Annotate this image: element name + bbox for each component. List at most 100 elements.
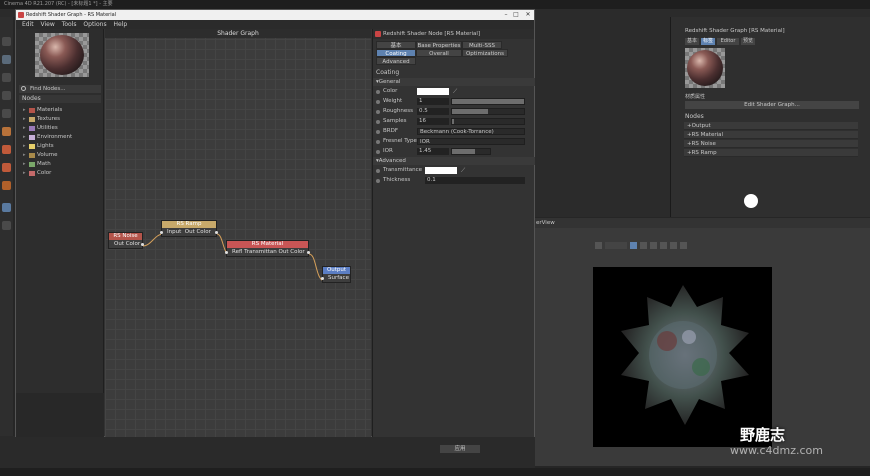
- roughness-field[interactable]: 0.5: [417, 108, 449, 115]
- node-rs-material[interactable]: RS Material Refl Transmittan Out Color: [225, 240, 310, 257]
- transmittance-swatch[interactable]: [425, 167, 457, 174]
- tool-icon[interactable]: [2, 163, 11, 172]
- port-dot[interactable]: [225, 250, 228, 254]
- expand-icon[interactable]: ▸: [23, 124, 26, 133]
- close-button[interactable]: ✕: [522, 10, 534, 20]
- group-advanced[interactable]: ▾Advanced: [373, 157, 535, 165]
- keyframe-dot[interactable]: [376, 90, 380, 94]
- color-swatch[interactable]: [417, 88, 449, 95]
- port-dot[interactable]: [307, 250, 310, 254]
- tool-icon[interactable]: [2, 203, 11, 212]
- node-category-textures[interactable]: ▸ Textures: [23, 115, 60, 124]
- toolbar-icon[interactable]: [670, 242, 677, 249]
- edit-shader-graph-button[interactable]: Edit Shader Graph...: [685, 101, 859, 109]
- node-output[interactable]: Output Surface: [321, 266, 351, 283]
- tool-icon[interactable]: [2, 73, 11, 82]
- toolbar-icon[interactable]: [630, 242, 637, 249]
- tab-optimizations[interactable]: Optimizations: [462, 49, 508, 57]
- tool-icon[interactable]: [2, 91, 11, 100]
- group-general[interactable]: ▾General: [373, 78, 535, 86]
- node-category-environment[interactable]: ▸ Environment: [23, 133, 72, 142]
- tool-icon[interactable]: [2, 145, 11, 154]
- tool-icon[interactable]: [2, 127, 11, 136]
- menu-view[interactable]: View: [41, 21, 55, 28]
- keyframe-dot[interactable]: [376, 100, 380, 104]
- node-category-lights[interactable]: ▸ Lights: [23, 142, 54, 151]
- keyframe-dot[interactable]: [376, 130, 380, 134]
- menu-tools[interactable]: Tools: [62, 21, 77, 28]
- tool-icon[interactable]: [2, 55, 11, 64]
- am-node-rs-material[interactable]: +RS Material: [684, 131, 858, 139]
- am-tab[interactable]: 标签: [701, 38, 715, 45]
- port-dot[interactable]: [321, 276, 324, 280]
- port-dot[interactable]: [141, 242, 144, 246]
- am-tab[interactable]: 基本: [685, 38, 699, 45]
- samples-field[interactable]: 16: [417, 118, 449, 125]
- node-category-volume[interactable]: ▸ Volume: [23, 151, 57, 160]
- expand-icon[interactable]: ▸: [23, 151, 26, 160]
- tab-basic[interactable]: 基本: [376, 41, 416, 49]
- expand-icon[interactable]: ▸: [23, 160, 26, 169]
- keyframe-dot[interactable]: [376, 179, 380, 183]
- weight-field[interactable]: 1: [417, 98, 449, 105]
- keyframe-dot[interactable]: [376, 169, 380, 173]
- samples-slider[interactable]: [451, 118, 525, 125]
- find-nodes-input[interactable]: Find Nodes...: [19, 85, 101, 93]
- viewport-toolbar: [595, 242, 835, 251]
- keyframe-dot[interactable]: [376, 120, 380, 124]
- keyframe-dot[interactable]: [376, 140, 380, 144]
- roughness-slider[interactable]: [451, 108, 525, 115]
- toolbar-icon[interactable]: [680, 242, 687, 249]
- eyedropper-icon[interactable]: ⟋: [453, 87, 457, 96]
- brdf-dropdown[interactable]: Beckmann (Cook-Torrance): [417, 128, 525, 135]
- shader-graph-canvas[interactable]: Shader Graph RS Noise Out Color RS Ramp …: [105, 29, 371, 437]
- node-port-out[interactable]: Out Color: [109, 240, 144, 248]
- node-category-materials[interactable]: ▸ Materials: [23, 106, 62, 115]
- tab-overall[interactable]: Overall: [416, 49, 462, 57]
- eyedropper-icon[interactable]: ⟋: [461, 166, 465, 175]
- ior-field[interactable]: 1.45: [417, 148, 449, 155]
- toolbar-dropdown[interactable]: [605, 242, 627, 249]
- port-dot[interactable]: [215, 230, 218, 234]
- tab-multi-sss[interactable]: Multi-SSS: [462, 41, 502, 49]
- ior-slider[interactable]: [451, 148, 491, 155]
- thickness-field[interactable]: 0.1: [425, 177, 525, 184]
- tool-icon[interactable]: [2, 109, 11, 118]
- expand-icon[interactable]: ▸: [23, 142, 26, 151]
- am-tab[interactable]: Editor: [717, 38, 739, 45]
- fresnel-dropdown[interactable]: IOR: [417, 138, 525, 145]
- am-node-output[interactable]: +Output: [684, 122, 858, 130]
- expand-icon[interactable]: ▸: [23, 169, 26, 178]
- menu-help[interactable]: Help: [114, 21, 128, 28]
- toolbar-icon[interactable]: [660, 242, 667, 249]
- keyframe-dot[interactable]: [376, 150, 380, 154]
- tab-advanced[interactable]: Advanced: [376, 57, 416, 65]
- node-port-in[interactable]: Surface: [321, 274, 350, 282]
- node-category-math[interactable]: ▸ Math: [23, 160, 51, 169]
- tab-base-properties[interactable]: Base Properties: [416, 41, 462, 49]
- toolbar-icon[interactable]: [595, 242, 602, 249]
- expand-icon[interactable]: ▸: [23, 133, 26, 142]
- node-rs-noise[interactable]: RS Noise Out Color: [108, 232, 144, 249]
- node-category-color[interactable]: ▸ Color: [23, 169, 51, 178]
- am-node-rs-noise[interactable]: +RS Noise: [684, 140, 858, 148]
- maximize-button[interactable]: □: [510, 10, 522, 20]
- toolbar-icon[interactable]: [640, 242, 647, 249]
- expand-icon[interactable]: ▸: [23, 115, 26, 124]
- tool-icon[interactable]: [2, 221, 11, 230]
- apply-button[interactable]: 应用: [440, 445, 480, 453]
- toolbar-icon[interactable]: [650, 242, 657, 249]
- port-dot[interactable]: [160, 230, 163, 234]
- menu-edit[interactable]: Edit: [22, 21, 34, 28]
- am-tab[interactable]: 预览: [741, 38, 755, 45]
- tool-icon[interactable]: [2, 181, 11, 190]
- keyframe-dot[interactable]: [376, 110, 380, 114]
- tool-icon[interactable]: [2, 37, 11, 46]
- node-category-utilities[interactable]: ▸ Utilities: [23, 124, 58, 133]
- tab-coating[interactable]: Coating: [376, 49, 416, 57]
- expand-icon[interactable]: ▸: [23, 106, 26, 115]
- am-node-rs-ramp[interactable]: +RS Ramp: [684, 149, 858, 157]
- node-rs-ramp[interactable]: RS Ramp Input Out Color: [160, 220, 218, 237]
- weight-slider[interactable]: [451, 98, 525, 105]
- menu-options[interactable]: Options: [83, 21, 106, 28]
